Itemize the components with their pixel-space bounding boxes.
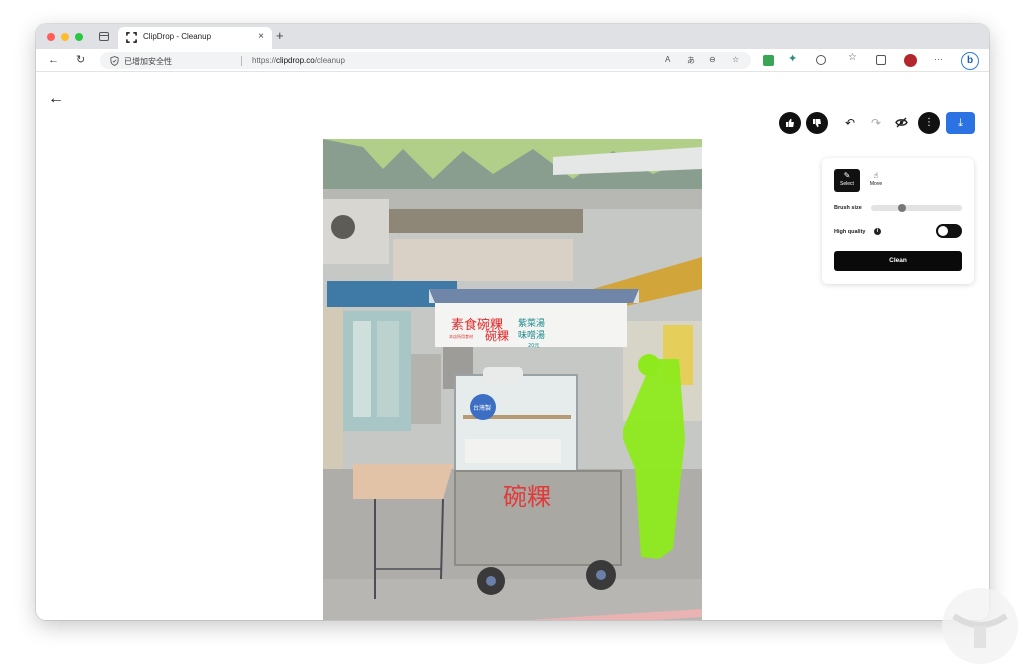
zoom-icon[interactable]: ⊖ [709,55,716,64]
minimize-window-button[interactable] [61,33,69,41]
edited-photo[interactable]: 素食碗粿 碗粿 紫菜湯 味噌湯 本店所用食材 20元 台灣製 碗粿 [323,139,702,620]
address-separator [241,56,242,66]
sticker-text: 台灣製 [473,404,491,412]
close-tab-icon[interactable]: × [258,31,264,43]
screen: ClipDrop - Cleanup × + ← ↻ 已增加安全性 https:… [0,0,1024,666]
sign-soup-1-text: 紫菜湯 [518,317,545,329]
brush-size-slider-handle[interactable] [898,204,906,212]
toggle-knob [938,226,948,236]
tab-strip: ClipDrop - Cleanup × + [36,24,989,49]
sign-small-text: 本店所用食材 [449,333,473,339]
security-label: 已增加安全性 [124,56,172,66]
corner-watermark [942,588,1018,664]
new-tab-button[interactable]: + [276,29,284,43]
sign-price-text: 20元 [528,343,539,349]
info-icon[interactable]: i [874,228,881,235]
tool-panel: ✎ Select ☝ Move Brush size High quality … [822,158,974,284]
reload-button[interactable]: ↻ [76,53,85,67]
select-mode-label: Select [840,181,854,187]
street-cart-image: 素食碗粿 碗粿 紫菜湯 味噌湯 本店所用食材 20元 台灣製 碗粿 [323,139,702,620]
address-bar[interactable]: 已增加安全性 https://clipdrop.co/cleanup A あ ⊖… [100,52,751,69]
hand-icon: ☝ [873,171,879,180]
select-mode-button[interactable]: ✎ Select [834,169,860,192]
url-text: https://clipdrop.co/cleanup [252,55,345,65]
undo-button[interactable]: ↶ [845,115,855,131]
profile-avatar[interactable] [904,54,917,67]
tab-clipdrop[interactable]: ClipDrop - Cleanup × [118,27,272,49]
close-window-button[interactable] [47,33,55,41]
hide-preview-button[interactable] [895,116,908,132]
redo-button[interactable]: ↷ [871,115,881,131]
shield-icon [110,56,119,66]
sign-soup-2-text: 味噌湯 [518,329,545,341]
eye-off-icon [895,117,908,128]
extension-green-icon[interactable] [763,55,774,66]
move-mode-label: Move [869,181,883,187]
bing-chat-icon[interactable]: b [961,52,979,70]
high-quality-toggle[interactable] [936,224,962,238]
clipdrop-logo-icon [126,32,137,43]
favorite-icon[interactable]: ☆ [732,55,739,64]
translate-icon[interactable]: あ [687,55,695,66]
favorites-bar-icon[interactable]: ☆ [848,52,859,63]
download-button[interactable]: ⤓ [946,112,975,134]
clipdrop-page: ← 素食碗粿 碗粿 紫菜湯 味噌湯 本店所用食材 20元 台灣製 碗粿 ↶ ↷ … [36,73,989,620]
move-mode-button[interactable]: ☝ Move [864,169,888,192]
extension-refresh-icon[interactable] [816,55,826,65]
browser-toolbar: ← ↻ 已增加安全性 https://clipdrop.co/cleanup A… [36,49,989,72]
collections-icon[interactable] [876,55,886,65]
browser-menu-icon[interactable]: ··· [934,54,943,64]
tab-title: ClipDrop - Cleanup [143,32,212,41]
thumbs-up-button[interactable] [779,112,801,134]
brush-icon: ✎ [843,171,851,180]
thumbs-down-button[interactable] [806,112,828,134]
thumbs-down-icon [813,119,821,128]
clean-button[interactable]: Clean [834,251,962,271]
extension-puzzle-icon[interactable]: ✦ [788,52,799,65]
browser-back-button[interactable]: ← [48,53,59,67]
sign-main-right-text: 碗粿 [485,328,509,343]
more-options-button[interactable]: ⋮ [918,112,940,134]
tab-actions-icon[interactable] [99,32,109,41]
read-aloud-icon[interactable]: A [665,55,670,64]
brush-size-label: Brush size [834,205,862,211]
thumbs-up-icon [786,118,794,127]
back-arrow-icon[interactable]: ← [48,91,64,107]
browser-window: ClipDrop - Cleanup × + ← ↻ 已增加安全性 https:… [36,24,989,620]
high-quality-label: High quality [834,229,866,235]
maximize-window-button[interactable] [75,33,83,41]
brush-size-slider[interactable] [871,204,962,212]
cart-name-text: 碗粿 [503,483,551,511]
